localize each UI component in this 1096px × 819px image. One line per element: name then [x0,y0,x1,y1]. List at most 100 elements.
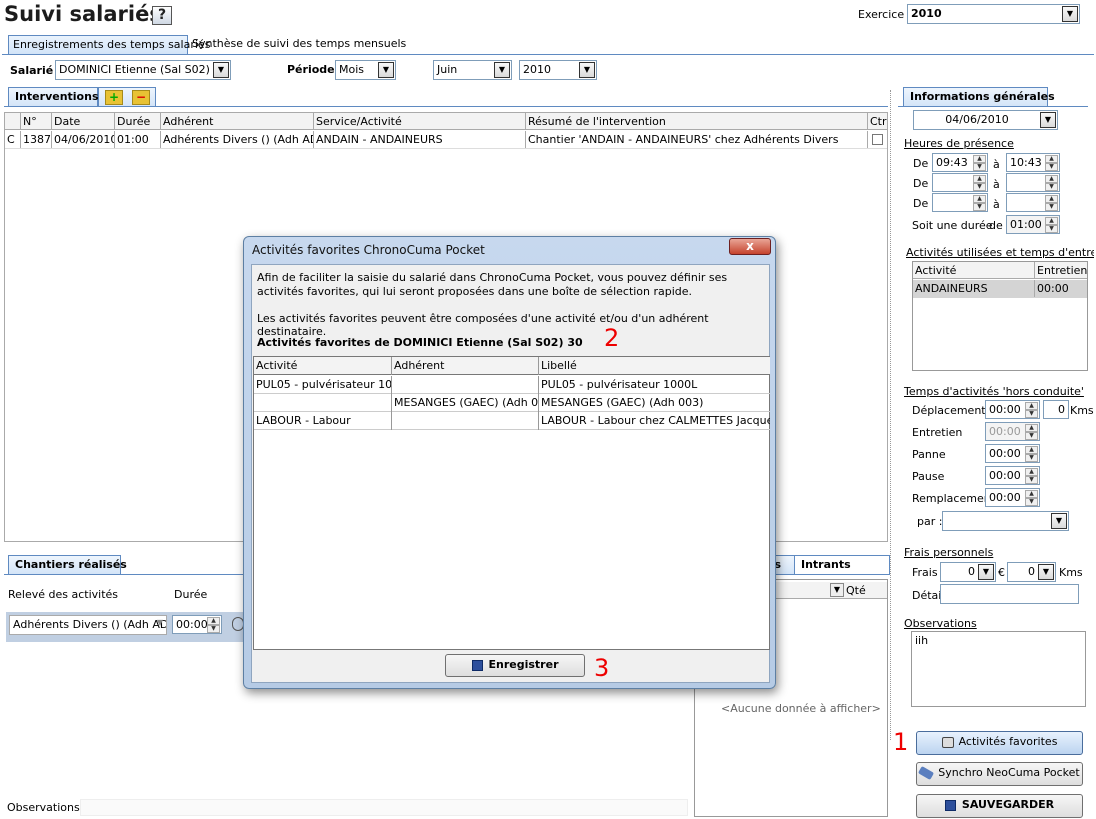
chantier-adherent-select[interactable]: Adhérents Divers () (Adh AD ▼ [9,615,167,635]
col-activite[interactable]: Activité [254,357,392,375]
col-num[interactable]: N° [21,113,52,130]
spin-up-icon[interactable]: ▲ [1025,490,1038,498]
table-row[interactable]: ANDAINEURS 00:00 [913,280,1087,298]
add-icon[interactable]: + [105,90,123,105]
save-button[interactable]: SAUVEGARDER [916,794,1083,818]
presence-to-2[interactable]: ▲ ▼ [1006,173,1060,192]
spin-up-icon[interactable]: ▲ [1025,402,1038,410]
intrants-tab[interactable]: Intrants [794,555,890,574]
interventions-tab[interactable]: Interventions [8,87,99,106]
spin-up-icon[interactable]: ▲ [973,155,986,163]
chantier-duree-input[interactable]: 00:00 ▲ ▼ [172,615,222,634]
spin-up-icon[interactable]: ▲ [1045,175,1058,183]
favorite-row[interactable]: MESANGES (GAEC) (Adh 003 MESANGES (GAEC)… [254,394,770,412]
remplacement-input[interactable]: 00:00 ▲ ▼ [985,488,1040,507]
periode-year-select[interactable]: 2010 ▼ [519,60,597,80]
spin-down-icon[interactable]: ▼ [1045,203,1058,211]
chevron-down-icon[interactable]: ▼ [157,618,163,627]
favorites-button[interactable]: Activités favorites [916,731,1083,755]
favorite-activite[interactable]: PUL05 - pulvérisateur 1000L [254,376,392,394]
spin-up-icon[interactable]: ▲ [1025,468,1038,476]
col-service[interactable]: Service/Activité [314,113,526,130]
spin-down-icon[interactable]: ▼ [1045,183,1058,191]
periode-month-select[interactable]: Juin ▼ [433,60,512,80]
presence-to-1[interactable]: 10:43 ▲ ▼ [1006,153,1060,172]
col-resume[interactable]: Résumé de l'intervention [526,113,868,130]
splitter-handle[interactable] [890,90,892,740]
spin-down-icon[interactable]: ▼ [973,203,986,211]
col-qte[interactable]: Qté [846,584,866,597]
presence-from-1[interactable]: 09:43 ▲ ▼ [932,153,988,172]
chantier-observations-field[interactable] [80,799,688,816]
spin-down-icon[interactable]: ▼ [973,163,986,171]
col-libelle[interactable]: Libellé [539,357,770,375]
col-adherent[interactable]: Adhérent [392,357,539,375]
col-entretien[interactable]: Entretien [1035,262,1087,279]
chevron-down-icon[interactable]: ▼ [1062,6,1078,22]
favorite-libelle[interactable]: LABOUR - Labour chez CALMETTES Jacques (… [539,412,770,430]
par-select[interactable]: ▼ [942,511,1069,531]
presence-to-3[interactable]: ▲ ▼ [1006,193,1060,212]
salarie-select[interactable]: DOMINICI Etienne (Sal S02) ▼ [55,60,231,80]
favorite-activite[interactable] [254,394,392,412]
info-date-picker[interactable]: 04/06/2010 ▼ [913,110,1058,130]
spin-up-icon[interactable]: ▲ [973,175,986,183]
favorite-adherent[interactable] [392,412,539,430]
col-activite[interactable]: Activité [913,262,1035,279]
help-button[interactable]: ? [152,6,172,25]
favorite-activite[interactable]: LABOUR - Labour [254,412,392,430]
spin-down-icon[interactable]: ▼ [973,183,986,191]
favorite-libelle[interactable]: PUL05 - pulvérisateur 1000L [539,376,770,394]
pause-input[interactable]: 00:00 ▲ ▼ [985,466,1040,485]
exercice-select[interactable]: 2010 ▼ [907,4,1080,24]
col-adherent[interactable]: Adhérent [161,113,314,130]
spin-up-icon[interactable]: ▲ [973,195,986,203]
table-row[interactable]: C 1387 04/06/2010 01:00 Adhérents Divers… [5,131,887,149]
synchro-button[interactable]: Synchro NeoCuma Pocket [916,762,1083,786]
favorite-adherent[interactable]: MESANGES (GAEC) (Adh 003 [392,394,539,412]
favorite-row[interactable]: PUL05 - pulvérisateur 1000L PUL05 - pulv… [254,376,770,394]
chevron-down-icon[interactable]: ▼ [830,583,844,597]
ctrl-checkbox[interactable] [872,134,883,145]
kms-input[interactable]: 0 [1043,400,1069,419]
observations-input[interactable]: iih [911,631,1086,707]
spin-down-icon[interactable]: ▼ [1025,454,1038,462]
chevron-down-icon[interactable]: ▼ [1051,513,1067,529]
spin-down-icon[interactable]: ▼ [1025,498,1038,506]
spin-up-icon[interactable]: ▲ [1025,446,1038,454]
remove-icon[interactable]: − [132,90,150,105]
frais-select[interactable]: 0 ▼ [940,562,996,582]
favorite-libelle[interactable]: MESANGES (GAEC) (Adh 003) [539,394,770,412]
presence-from-2[interactable]: ▲ ▼ [932,173,988,192]
close-icon[interactable]: x [729,238,771,255]
panne-input[interactable]: 00:00 ▲ ▼ [985,444,1040,463]
tab-enregistrements[interactable]: Enregistrements des temps salariés [8,35,210,54]
spin-up-icon[interactable]: ▲ [207,617,220,625]
frais-kms-select[interactable]: 0 ▼ [1007,562,1056,582]
chantiers-tab[interactable]: Chantiers réalisés [8,555,127,574]
dialog-save-button[interactable]: Enregistrer [445,654,585,677]
chevron-down-icon[interactable]: ▼ [579,62,595,78]
periode-type-select[interactable]: Mois ▼ [335,60,396,80]
spin-down-icon[interactable]: ▼ [1025,410,1038,418]
col-ctrl[interactable]: Ctrl [868,113,887,130]
spin-down-icon[interactable]: ▼ [1025,476,1038,484]
spin-down-icon[interactable]: ▼ [1045,163,1058,171]
chevron-down-icon[interactable]: ▼ [213,62,229,78]
chevron-down-icon[interactable]: ▼ [1040,112,1056,128]
detail-input[interactable] [940,584,1079,604]
spin-down-icon[interactable]: ▼ [207,625,220,633]
deplacement-input[interactable]: 00:00 ▲ ▼ [985,400,1040,419]
chevron-down-icon[interactable]: ▼ [378,62,394,78]
presence-from-3[interactable]: ▲ ▼ [932,193,988,212]
info-tab[interactable]: Informations générales [903,87,1055,106]
favorite-row[interactable]: LABOUR - Labour LABOUR - Labour chez CAL… [254,412,770,430]
chevron-down-icon[interactable]: ▼ [494,62,510,78]
spin-up-icon[interactable]: ▲ [1045,155,1058,163]
chevron-down-icon[interactable]: ▼ [978,564,994,580]
favorite-adherent[interactable] [392,376,539,394]
tab-synthese[interactable]: Synthèse de suivi des temps mensuels [188,35,406,54]
col-date[interactable]: Date [52,113,115,130]
spin-up-icon[interactable]: ▲ [1045,195,1058,203]
chevron-down-icon[interactable]: ▼ [1038,564,1054,580]
